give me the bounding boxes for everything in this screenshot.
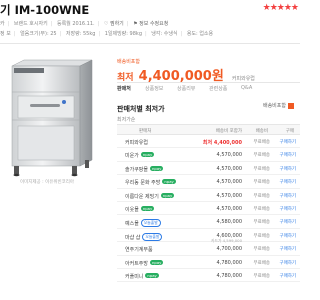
seller-name[interactable]: 마샵 샵 오늘출발: [125, 232, 163, 241]
row-shipping: 무료배송: [253, 153, 270, 159]
table-row[interactable]: 우리동 문화 주방 npay 4,570,000 무료배송 구매하기: [117, 175, 300, 189]
shipping-filter[interactable]: 배송비포함: [263, 102, 294, 109]
row-price: 4,570,000: [216, 179, 242, 186]
seller-name[interactable]: 솔가쿠팡몰 npay: [125, 165, 164, 173]
buy-link[interactable]: 구매하기: [279, 246, 296, 252]
buy-link[interactable]: 구매하기: [279, 193, 296, 199]
wishlist-button[interactable]: ♡ 찜하기: [104, 21, 124, 27]
buy-link[interactable]: 구매하기: [279, 273, 296, 279]
seller-badge: npay: [140, 205, 155, 211]
seller-badge: npay: [150, 165, 164, 171]
table-row[interactable]: 이름다운 제빙기 npay 4,570,000 무료배송 구매하기: [117, 189, 300, 202]
seller-badge: npay: [162, 179, 176, 185]
row-price: 4,780,000: [216, 259, 242, 266]
seller-name[interactable]: 커피와유럽: [125, 139, 148, 146]
tab-related[interactable]: 관련상품: [209, 85, 227, 92]
seller-badge: npay: [150, 259, 164, 265]
row-shipping: 무료배송: [253, 233, 270, 239]
row-shipping: 무료배송: [253, 260, 270, 266]
seller-name[interactable]: 커플미니 npay: [125, 272, 159, 280]
row-shipping: 무료배송: [253, 193, 270, 199]
row-price: 4,780,000: [216, 272, 242, 279]
row-price: 4,700,000: [216, 246, 242, 253]
table-row[interactable]: 연주기계부품 4,700,000 무료배송 구매하기: [117, 242, 300, 256]
product-meta-line-2: 정 보 | 얼음크기(부): 25 | 저장량: 55kg | 1일제빙량: 98kg…: [0, 31, 214, 37]
table-row[interactable]: 예스몰 오늘출발 4,580,000 무료배송 구매하기: [117, 215, 300, 229]
meta-reg-date: 등록월 2016.11.: [56, 21, 95, 27]
seller-name[interactable]: 우리동 문화 주방 npay: [125, 179, 176, 186]
seller-badge: 오늘출발: [142, 232, 163, 241]
detail-tabs: 판매처 상품정보 상품리뷰 관련상품 Q&A: [117, 82, 300, 93]
seller-table: 판매처 배송비 포함가 배송비 구매 커피와유럽 최저 4,400,000 무료배송…: [117, 124, 300, 283]
table-row[interactable]: 마샵 샵 오늘출발 4,600,000 카드가 4,599,000 무료배송 구매하기: [117, 229, 300, 243]
meta-category: 카: [0, 21, 5, 27]
product-title: 기 IM-100WNE: [0, 3, 90, 17]
rating-stars: ★★★★★: [262, 3, 299, 13]
divider: [0, 43, 300, 44]
row-shipping: 무료배송: [253, 247, 270, 253]
meta-brand: 브랜드 호시자키: [13, 21, 48, 27]
row-price: 최저 4,400,000: [202, 140, 242, 146]
table-row[interactable]: 아커트주방 npay 4,780,000 무료배송 구매하기: [117, 256, 300, 269]
image-caption: 이미지제공 : 이유위빈코리아: [20, 180, 75, 185]
product-image[interactable]: [0, 56, 108, 184]
row-price: 4,570,000: [216, 205, 242, 212]
buy-link[interactable]: 구매하기: [279, 166, 296, 172]
tab-qna[interactable]: Q&A: [241, 85, 252, 91]
seller-badge: npay: [145, 272, 159, 278]
buy-link[interactable]: 구매하기: [279, 233, 296, 239]
row-shipping: 무료배송: [253, 220, 270, 226]
price-shipping-note: 배송비포함: [117, 59, 141, 65]
row-price: 4,570,000: [216, 152, 242, 159]
tab-sellers[interactable]: 판매처: [117, 85, 131, 92]
buy-link[interactable]: 구매하기: [279, 139, 296, 145]
tab-product-info[interactable]: 상품정보: [145, 85, 163, 92]
row-price: 4,570,000: [216, 165, 242, 172]
checkbox-icon[interactable]: [288, 102, 294, 109]
buy-link[interactable]: 구매하기: [279, 206, 296, 212]
product-meta-line-1: 카 | 브랜드 호시자키 | 등록월 2016.11. | ♡ 찜하기 | ⚑ 정보 수…: [0, 21, 169, 27]
row-shipping: 무료배송: [253, 206, 270, 212]
sort-option[interactable]: 최저가순: [117, 116, 135, 123]
buy-link[interactable]: 구매하기: [279, 260, 296, 266]
row-shipping: 무료배송: [253, 273, 270, 279]
row-price: 4,580,000: [216, 219, 242, 226]
seller-name[interactable]: 미운가 npay: [125, 152, 155, 159]
buy-link[interactable]: 구매하기: [279, 152, 296, 158]
table-row[interactable]: 커피와유럽 최저 4,400,000 무료배송 구매하기: [117, 135, 300, 149]
seller-name[interactable]: 이름다운 제빙기 npay: [125, 192, 175, 200]
seller-name[interactable]: 아커트주방 npay: [125, 259, 164, 267]
seller-badge: 오늘출발: [140, 219, 161, 228]
seller-badge: npay: [160, 192, 175, 198]
table-row[interactable]: 미운가 npay 4,570,000 무료배송 구매하기: [117, 148, 300, 162]
seller-badge: npay: [140, 152, 155, 158]
tab-reviews[interactable]: 상품리뷰: [177, 85, 195, 92]
table-header: 판매처 배송비 포함가 배송비 구매: [117, 124, 300, 135]
row-shipping: 무료배송: [253, 140, 270, 145]
row-shipping: 무료배송: [253, 166, 270, 172]
row-shipping: 무료배송: [253, 180, 270, 186]
edit-request-link[interactable]: ⚑ 정보 수정요청: [133, 21, 168, 27]
seller-name[interactable]: 예스몰 오늘출발: [125, 219, 161, 228]
table-row[interactable]: 솔가쿠팡몰 npay 4,570,000 무료배송 구매하기: [117, 162, 300, 176]
buy-link[interactable]: 구매하기: [279, 219, 296, 225]
seller-name[interactable]: 연주기계부품: [125, 246, 153, 253]
section-title: 판매처별 최저가: [117, 105, 165, 113]
seller-name[interactable]: 이웃몰 npay: [125, 205, 155, 213]
row-price: 4,570,000: [216, 192, 242, 199]
table-row[interactable]: 커플미니 npay 4,780,000 무료배송 구매하기: [117, 269, 300, 283]
buy-link[interactable]: 구매하기: [279, 179, 296, 185]
table-row[interactable]: 이웃몰 npay 4,570,000 무료배송 구매하기: [117, 202, 300, 216]
